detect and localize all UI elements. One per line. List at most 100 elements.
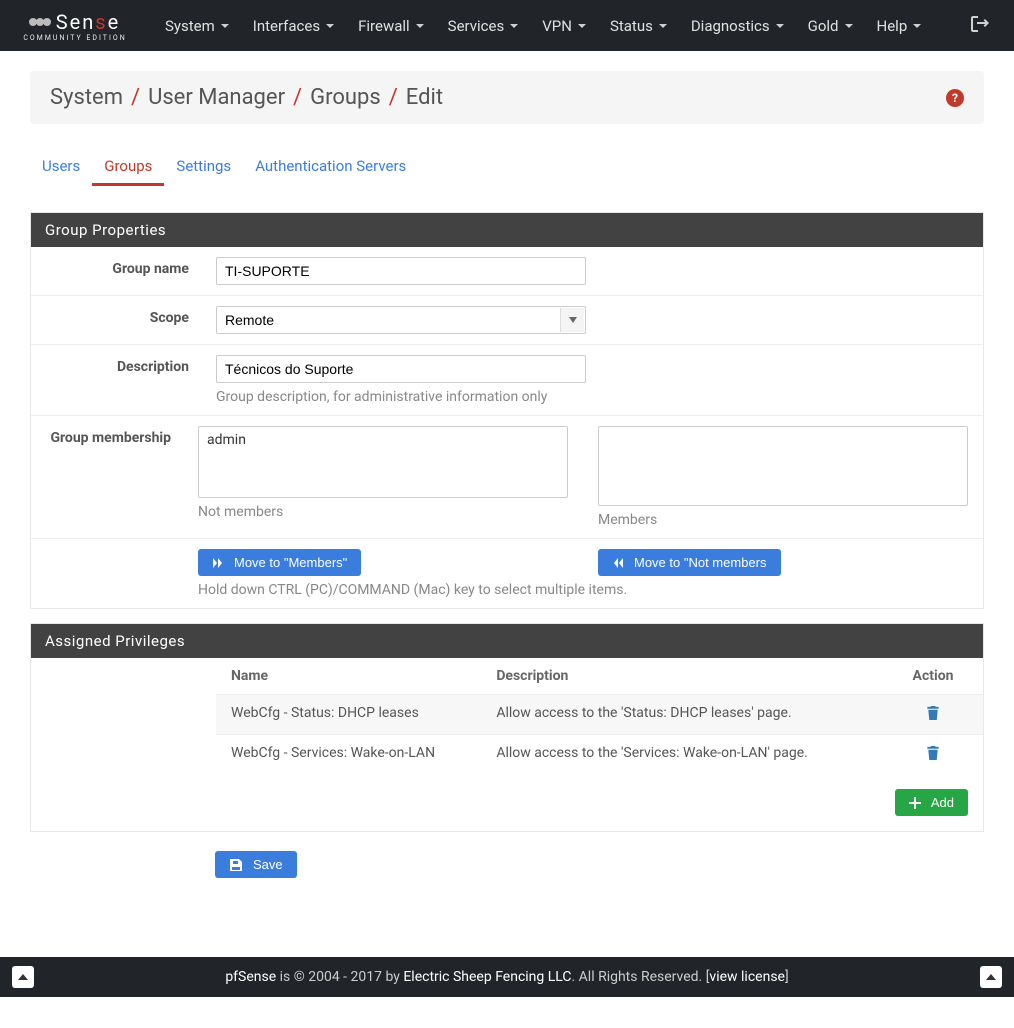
- nav-diagnostics-label: Diagnostics: [691, 17, 770, 35]
- label-membership: Group membership: [31, 416, 183, 538]
- double-chevron-left-icon: [612, 557, 624, 569]
- chevron-down-icon: [659, 24, 667, 28]
- panel-assigned-privileges: Assigned Privileges Name Description Act…: [30, 623, 984, 832]
- crumb-sep: /: [389, 85, 398, 110]
- chevron-down-icon: [416, 24, 424, 28]
- navbar: Sense Community Edition System Interface…: [0, 0, 1014, 51]
- col-header-action: Action: [898, 668, 968, 684]
- help-icon: ?: [946, 89, 964, 107]
- add-privilege-label: Add: [931, 795, 954, 810]
- tab-users[interactable]: Users: [30, 149, 92, 186]
- plus-icon: [909, 797, 921, 809]
- footer-brand-link[interactable]: pfSense: [225, 969, 276, 985]
- trash-icon: [926, 745, 940, 760]
- crumb-edit: Edit: [406, 85, 443, 110]
- brand-pre: Sen: [56, 10, 96, 34]
- panel-header-properties: Group Properties: [31, 213, 983, 247]
- tabs: Users Groups Settings Authentication Ser…: [30, 149, 984, 187]
- chevron-down-icon: [510, 24, 518, 28]
- crumb-groups[interactable]: Groups: [310, 85, 381, 110]
- crumb-sep: /: [131, 85, 140, 110]
- panel-group-properties: Group Properties Group name Scope: [30, 212, 984, 609]
- nav-services-label: Services: [448, 17, 505, 35]
- tab-authservers[interactable]: Authentication Servers: [243, 149, 418, 186]
- delete-privilege-button[interactable]: [898, 745, 968, 764]
- panel-header-privileges: Assigned Privileges: [31, 624, 983, 658]
- delete-privilege-button[interactable]: [898, 705, 968, 724]
- privileges-table: Name Description Action WebCfg - Status:…: [216, 658, 983, 774]
- label-scope: Scope: [31, 296, 201, 344]
- save-button-label: Save: [253, 857, 283, 872]
- nav-gold[interactable]: Gold: [798, 13, 863, 39]
- col-header-description: Description: [496, 668, 898, 684]
- description-help-text: Group description, for administrative in…: [216, 389, 968, 405]
- crumb-usermanager[interactable]: User Manager: [148, 85, 285, 110]
- nav-diagnostics[interactable]: Diagnostics: [681, 13, 794, 39]
- list-item[interactable]: admin: [203, 431, 563, 449]
- nav-system[interactable]: System: [155, 13, 239, 39]
- tab-groups[interactable]: Groups: [92, 149, 164, 186]
- chevron-down-icon: [578, 24, 586, 28]
- move-help-text: Hold down CTRL (PC)/COMMAND (Mac) key to…: [198, 582, 968, 598]
- footer-copyright: is © 2004 - 2017 by: [276, 969, 403, 985]
- button-move-to-notmembers[interactable]: Move to "Not members: [598, 549, 781, 576]
- table-row: WebCfg - Services: Wake-on-LAN Allow acc…: [216, 734, 983, 774]
- save-button[interactable]: Save: [215, 851, 297, 878]
- nav-firewall-label: Firewall: [358, 17, 410, 35]
- button-move-to-notmembers-label: Move to "Not members: [634, 555, 767, 570]
- double-chevron-right-icon: [212, 557, 224, 569]
- add-privilege-button[interactable]: Add: [895, 789, 968, 816]
- nav-firewall[interactable]: Firewall: [348, 13, 434, 39]
- nav-gold-label: Gold: [808, 17, 839, 35]
- priv-name: WebCfg - Services: Wake-on-LAN: [231, 745, 496, 764]
- save-icon: [229, 858, 243, 872]
- scroll-to-top-button-right[interactable]: [980, 966, 1002, 988]
- nav-interfaces-label: Interfaces: [253, 17, 320, 35]
- footer-rights: . All Rights Reserved.: [572, 969, 706, 985]
- chevron-down-icon: [845, 24, 853, 28]
- caption-members: Members: [598, 512, 968, 528]
- priv-name: WebCfg - Status: DHCP leases: [231, 705, 496, 724]
- tab-settings[interactable]: Settings: [164, 149, 243, 186]
- footer: pfSense is © 2004 - 2017 by Electric She…: [0, 957, 1014, 997]
- brand-accent: s: [95, 10, 107, 34]
- logout-icon[interactable]: [961, 12, 999, 40]
- caption-not-members: Not members: [198, 504, 568, 520]
- input-description[interactable]: [216, 355, 586, 383]
- footer-license-link[interactable]: view license: [709, 969, 785, 985]
- nav-help-label: Help: [877, 17, 908, 35]
- select-scope[interactable]: [216, 306, 586, 334]
- nav-help[interactable]: Help: [867, 13, 932, 39]
- chevron-down-icon: [326, 24, 334, 28]
- listbox-not-members[interactable]: admin: [198, 426, 568, 498]
- chevron-down-icon: [776, 24, 784, 28]
- label-description: Description: [31, 345, 201, 415]
- breadcrumb: System / User Manager / Groups / Edit ?: [30, 71, 984, 124]
- nav-system-label: System: [165, 17, 215, 35]
- label-group-name: Group name: [31, 247, 201, 295]
- nav-list: System Interfaces Firewall Services VPN …: [155, 13, 961, 39]
- listbox-members[interactable]: [598, 426, 968, 506]
- priv-description: Allow access to the 'Services: Wake-on-L…: [496, 745, 898, 764]
- input-group-name[interactable]: [216, 257, 586, 285]
- nav-vpn[interactable]: VPN: [532, 13, 596, 39]
- col-header-name: Name: [231, 668, 496, 684]
- chevron-down-icon: [221, 24, 229, 28]
- scroll-to-top-button[interactable]: [12, 966, 34, 988]
- help-button[interactable]: ?: [946, 89, 964, 107]
- nav-status-label: Status: [610, 17, 653, 35]
- button-move-to-members[interactable]: Move to "Members": [198, 549, 361, 576]
- table-row: WebCfg - Status: DHCP leases Allow acces…: [216, 694, 983, 734]
- crumb-sep: /: [293, 85, 302, 110]
- nav-services[interactable]: Services: [438, 13, 529, 39]
- footer-company-link[interactable]: Electric Sheep Fencing LLC: [403, 969, 571, 985]
- brand-logo[interactable]: Sense Community Edition: [15, 5, 135, 47]
- nav-interfaces[interactable]: Interfaces: [243, 13, 344, 39]
- brand-subtitle: Community Edition: [23, 34, 126, 42]
- crumb-system[interactable]: System: [50, 85, 123, 110]
- button-move-to-members-label: Move to "Members": [234, 555, 347, 570]
- nav-vpn-label: VPN: [542, 17, 572, 35]
- nav-status[interactable]: Status: [600, 13, 677, 39]
- brand-post: e: [108, 10, 121, 34]
- page-content: System / User Manager / Groups / Edit ? …: [0, 51, 1014, 933]
